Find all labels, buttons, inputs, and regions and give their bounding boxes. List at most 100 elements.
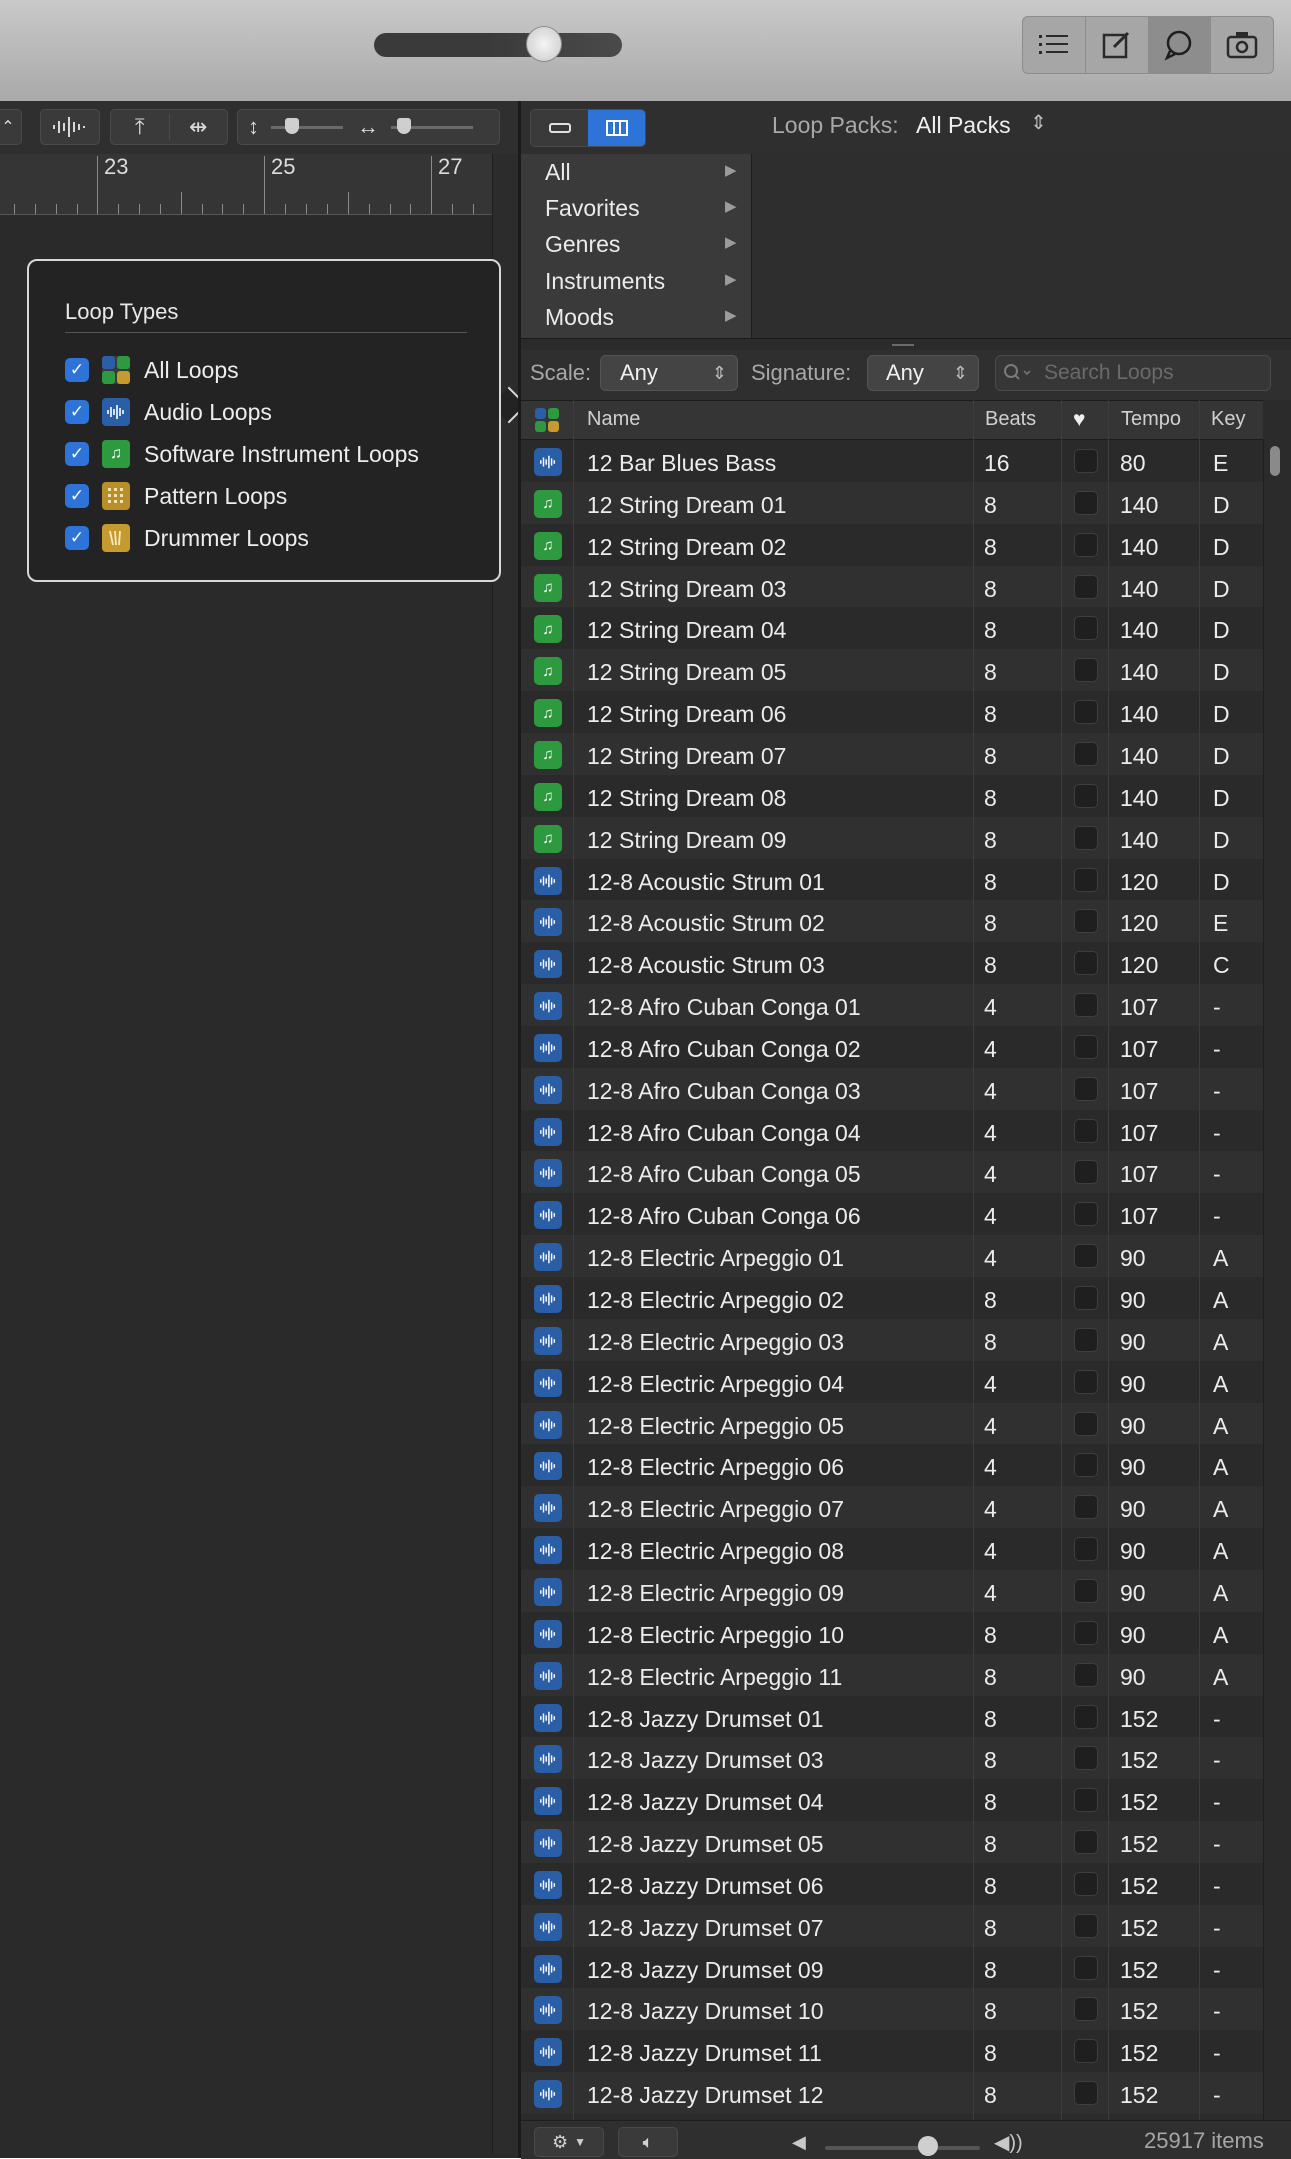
horizontal-fit-icon[interactable]: ⇹ — [170, 114, 228, 140]
table-row[interactable]: 12-8 Electric Arpeggio 07 4 90 A — [521, 1486, 1263, 1529]
favorite-checkbox[interactable] — [1074, 1830, 1098, 1855]
favorite-checkbox[interactable] — [1074, 2039, 1098, 2064]
loop-type-audio[interactable]: ✓ Audio Loops — [65, 395, 272, 429]
column-view-mode[interactable] — [588, 110, 645, 146]
table-row[interactable]: 12-8 Afro Cuban Conga 04 4 107 - — [521, 1109, 1263, 1152]
checkbox-checked[interactable]: ✓ — [65, 484, 89, 508]
table-row[interactable]: 12-8 Acoustic Strum 02 8 120 E — [521, 900, 1263, 943]
button-view-mode[interactable] — [531, 110, 588, 146]
favorite-checkbox[interactable] — [1074, 490, 1098, 515]
table-row[interactable]: 12-8 Electric Arpeggio 04 4 90 A — [521, 1360, 1263, 1403]
vertical-zoom-thumb[interactable] — [285, 117, 299, 134]
horizontal-zoom-thumb[interactable] — [397, 117, 411, 134]
loop-type-column-header[interactable] — [535, 408, 559, 437]
table-row[interactable]: ♫ 12 String Dream 09 8 140 D — [521, 816, 1263, 859]
table-row[interactable]: 12-8 Jazzy Drumset 09 8 152 - — [521, 1946, 1263, 1989]
master-volume-slider[interactable] — [374, 33, 622, 57]
loop-browser-button[interactable] — [1148, 17, 1212, 73]
loop-type-drummer[interactable]: ✓ Drummer Loops — [65, 521, 309, 555]
tempo-column-header[interactable]: Tempo — [1121, 408, 1181, 431]
favorite-checkbox[interactable] — [1074, 1034, 1098, 1059]
table-row[interactable]: 12-8 Electric Arpeggio 06 4 90 A — [521, 1444, 1263, 1487]
table-row[interactable]: 12-8 Afro Cuban Conga 05 4 107 - — [521, 1151, 1263, 1194]
media-browser-button[interactable] — [1211, 17, 1273, 73]
table-row[interactable]: 12-8 Jazzy Drumset 12 8 152 - — [521, 2072, 1263, 2115]
table-row[interactable]: 12-8 Electric Arpeggio 01 4 90 A — [521, 1235, 1263, 1278]
loops-vertical-scrollbar[interactable] — [1263, 440, 1291, 2120]
table-row[interactable]: 12-8 Jazzy Drumset 11 8 152 - — [521, 2030, 1263, 2073]
horizontal-zoom-slider[interactable] — [391, 117, 473, 134]
favorite-checkbox[interactable] — [1074, 700, 1098, 725]
favorite-checkbox[interactable] — [1074, 1286, 1098, 1310]
favorite-checkbox[interactable] — [1074, 1578, 1098, 1603]
table-row[interactable]: 12-8 Electric Arpeggio 02 8 90 A — [521, 1277, 1263, 1319]
table-row[interactable]: 12-8 Electric Arpeggio 10 8 90 A — [521, 1611, 1263, 1654]
favorite-checkbox[interactable] — [1074, 1118, 1098, 1143]
favorite-checkbox[interactable] — [1074, 532, 1098, 557]
beats-column-header[interactable]: Beats — [985, 408, 1036, 431]
category-favorites[interactable]: Favorites — [545, 195, 640, 222]
favorite-checkbox[interactable] — [1074, 993, 1098, 1018]
favorite-checkbox[interactable] — [1074, 825, 1098, 850]
heart-icon[interactable]: ♥ — [1073, 408, 1085, 432]
favorite-checkbox[interactable] — [1074, 1537, 1098, 1562]
list-editors-button[interactable] — [1023, 17, 1086, 73]
favorite-checkbox[interactable] — [1074, 1244, 1098, 1269]
table-row[interactable]: 12-8 Afro Cuban Conga 01 4 107 - — [521, 984, 1263, 1027]
favorite-checkbox[interactable] — [1074, 658, 1098, 683]
table-row[interactable]: 12-8 Jazzy Drumset 03 8 152 - — [521, 1737, 1263, 1780]
table-row[interactable]: 12-8 Jazzy Drumset 07 8 152 - — [521, 1904, 1263, 1947]
favorite-checkbox[interactable] — [1074, 1369, 1098, 1394]
checkbox-checked[interactable]: ✓ — [65, 442, 89, 466]
favorite-checkbox[interactable] — [1074, 1704, 1098, 1729]
favorite-checkbox[interactable] — [1074, 1955, 1098, 1980]
loop-type-software[interactable]: ✓ ♫ Software Instrument Loops — [65, 437, 419, 471]
table-row[interactable]: 12-8 Electric Arpeggio 11 8 90 A — [521, 1653, 1263, 1696]
favorite-checkbox[interactable] — [1074, 1453, 1098, 1478]
favorite-checkbox[interactable] — [1074, 783, 1098, 808]
favorite-checkbox[interactable] — [1074, 867, 1098, 892]
table-row[interactable]: 12-8 Afro Cuban Conga 03 4 107 - — [521, 1067, 1263, 1110]
table-row[interactable]: 12-8 Afro Cuban Conga 02 4 107 - — [521, 1025, 1263, 1068]
favorite-checkbox[interactable] — [1074, 1913, 1098, 1938]
favorite-checkbox[interactable] — [1074, 1495, 1098, 1520]
favorite-checkbox[interactable] — [1074, 741, 1098, 766]
table-row[interactable]: 12-8 Electric Arpeggio 05 4 90 A — [521, 1402, 1263, 1445]
favorite-checkbox[interactable] — [1074, 574, 1098, 599]
favorite-checkbox[interactable] — [1074, 1746, 1098, 1771]
scrollbar-thumb[interactable] — [1270, 446, 1280, 476]
favorite-checkbox[interactable] — [1074, 2081, 1098, 2106]
favorite-checkbox[interactable] — [1074, 1076, 1098, 1101]
table-row[interactable]: 12-8 Jazzy Drumset 06 8 152 - — [521, 1862, 1263, 1905]
favorite-checkbox[interactable] — [1074, 909, 1098, 934]
waveform-zoom-button[interactable] — [40, 109, 100, 145]
table-row[interactable]: ♫ 12 String Dream 01 8 140 D — [521, 481, 1263, 524]
favorite-checkbox[interactable] — [1074, 1997, 1098, 2022]
favorite-checkbox[interactable] — [1074, 1871, 1098, 1896]
favorite-checkbox[interactable] — [1074, 1202, 1098, 1227]
table-row[interactable]: 12-8 Jazzy Drumset 04 8 152 - — [521, 1779, 1263, 1822]
table-row[interactable]: 12-8 Acoustic Strum 03 8 120 C — [521, 942, 1263, 985]
category-instruments[interactable]: Instruments — [545, 268, 665, 295]
table-row[interactable]: ♫ 12 String Dream 02 8 140 D — [521, 523, 1263, 566]
vertical-zoom-slider[interactable] — [271, 117, 343, 134]
category-all[interactable]: All — [545, 159, 571, 186]
favorite-checkbox[interactable] — [1074, 1411, 1098, 1436]
loop-type-all[interactable]: ✓ All Loops — [65, 353, 239, 387]
favorite-checkbox[interactable] — [1074, 1662, 1098, 1687]
table-row[interactable]: 12-8 Afro Cuban Conga 06 4 107 - — [521, 1193, 1263, 1236]
signature-select[interactable]: Any ⇕ — [867, 355, 979, 391]
favorite-checkbox[interactable] — [1074, 1327, 1098, 1352]
table-row[interactable]: 12-8 Electric Arpeggio 09 4 90 A — [521, 1569, 1263, 1612]
favorite-checkbox[interactable] — [1074, 449, 1098, 473]
master-volume-knob[interactable] — [526, 26, 562, 62]
category-moods[interactable]: Moods — [545, 304, 614, 331]
preview-speaker-button[interactable]: 🔈︎ — [618, 2127, 678, 2157]
checkbox-checked[interactable]: ✓ — [65, 358, 89, 382]
table-row[interactable]: 12-8 Jazzy Drumset 01 8 152 - — [521, 1695, 1263, 1738]
loop-packs-select[interactable]: All Packs — [916, 112, 1011, 139]
table-row[interactable]: ♫ 12 String Dream 08 8 140 D — [521, 774, 1263, 817]
scale-select[interactable]: Any ⇕ — [600, 355, 738, 391]
vertical-fit-icon[interactable]: ⤒ — [111, 114, 170, 140]
preview-volume-slider[interactable] — [825, 2146, 980, 2150]
